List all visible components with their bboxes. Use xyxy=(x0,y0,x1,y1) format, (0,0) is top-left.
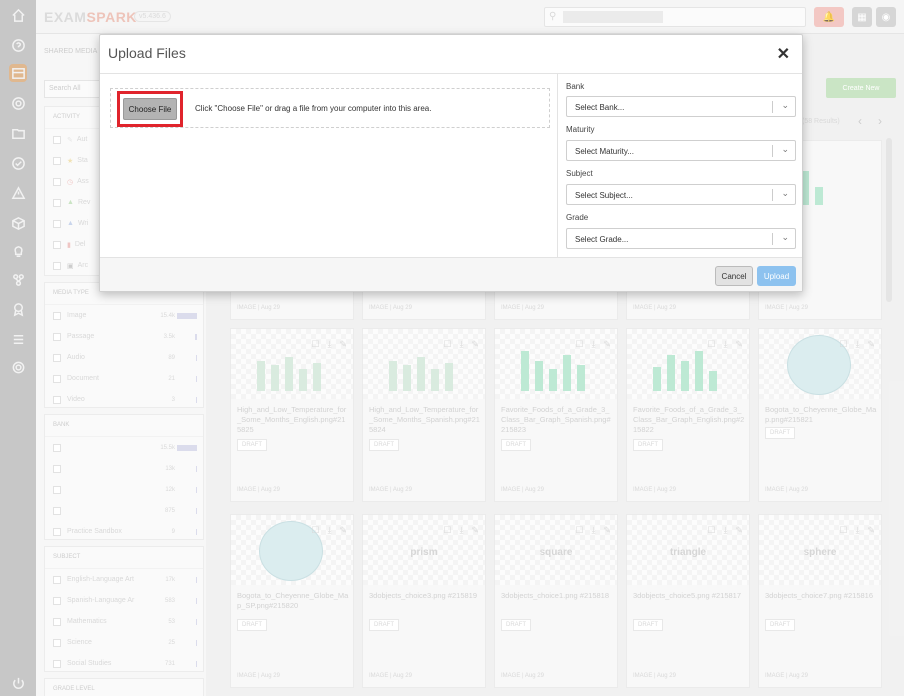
chevron-down-icon: ⌄ xyxy=(781,232,789,242)
upload-files-modal: Upload Files ✕ Choose File Click "Choose… xyxy=(99,34,803,292)
choose-file-button[interactable]: Choose File xyxy=(123,98,177,120)
upload-metadata-fields: Bank Select Bank... ⌄ Maturity Select Mat… xyxy=(557,74,802,257)
modal-footer: Cancel Upload xyxy=(100,257,802,291)
maturity-label: Maturity xyxy=(566,125,595,134)
bank-select[interactable]: Select Bank... ⌄ xyxy=(566,96,796,117)
maturity-select[interactable]: Select Maturity... ⌄ xyxy=(566,140,796,161)
modal-body: Choose File Click "Choose File" or drag … xyxy=(100,74,802,257)
modal-header: Upload Files ✕ xyxy=(100,35,802,74)
chevron-down-icon: ⌄ xyxy=(781,188,789,198)
subject-label: Subject xyxy=(566,169,593,178)
upload-button[interactable]: Upload xyxy=(757,266,796,286)
drop-hint-text: Click "Choose File" or drag a file from … xyxy=(195,104,432,113)
grade-select[interactable]: Select Grade... ⌄ xyxy=(566,228,796,249)
cancel-button[interactable]: Cancel xyxy=(715,266,753,286)
grade-label: Grade xyxy=(566,213,589,222)
chevron-down-icon: ⌄ xyxy=(781,100,789,110)
subject-select[interactable]: Select Subject... ⌄ xyxy=(566,184,796,205)
modal-title: Upload Files xyxy=(108,45,186,61)
bank-label: Bank xyxy=(566,82,585,91)
close-icon[interactable]: ✕ xyxy=(777,44,790,64)
choose-file-highlight: Choose File xyxy=(117,91,183,127)
file-drop-zone[interactable]: Choose File Click "Choose File" or drag … xyxy=(110,88,550,128)
chevron-down-icon: ⌄ xyxy=(781,144,789,154)
